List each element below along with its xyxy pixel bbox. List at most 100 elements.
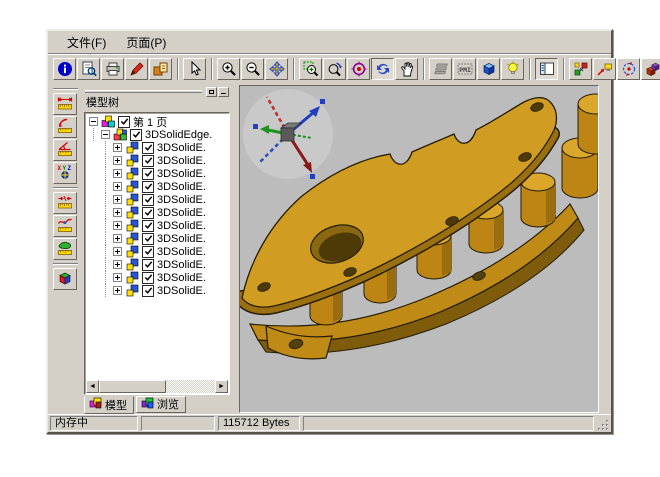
expand-expander-icon[interactable]: [113, 169, 122, 178]
scrollbar-track[interactable]: [99, 380, 215, 393]
visibility-checkbox[interactable]: [142, 233, 154, 245]
measure-horizontal-button[interactable]: [53, 93, 77, 115]
measure-volume-button[interactable]: [53, 268, 77, 290]
tree-row-part[interactable]: 3DSolidE.: [86, 258, 228, 271]
preview-document-button[interactable]: [77, 58, 100, 80]
expand-expander-icon[interactable]: [113, 143, 122, 152]
assembly-button[interactable]: [569, 58, 592, 80]
tree-row-part[interactable]: 3DSolidE.: [86, 206, 228, 219]
visibility-checkbox[interactable]: [118, 116, 130, 128]
measure-area-button[interactable]: [53, 238, 77, 260]
annotate-pen-button[interactable]: [125, 58, 148, 80]
tree-row-part[interactable]: 3DSolidE.: [86, 219, 228, 232]
measure-radius-button[interactable]: [53, 116, 77, 138]
expand-expander-icon[interactable]: [113, 195, 122, 204]
tree-row-part[interactable]: 3DSolidE.: [86, 141, 228, 154]
panel-float-button[interactable]: [206, 87, 217, 97]
browse-tab-icon: [141, 397, 154, 412]
tree-row-part[interactable]: 3DSolidE.: [86, 232, 228, 245]
expand-expander-icon[interactable]: [113, 221, 122, 230]
expand-expander-icon[interactable]: [113, 286, 122, 295]
scroll-left-button[interactable]: ◄: [86, 380, 99, 393]
visibility-checkbox[interactable]: [142, 142, 154, 154]
measure-angle-button[interactable]: [53, 139, 77, 161]
visibility-checkbox[interactable]: [142, 220, 154, 232]
resize-grip[interactable]: [597, 419, 609, 431]
panel-grip[interactable]: [85, 90, 202, 93]
refresh-rotate-button[interactable]: [371, 58, 394, 80]
rotate-part-button[interactable]: [617, 58, 640, 80]
visibility-checkbox[interactable]: [142, 246, 154, 258]
measure-coordinate-button[interactable]: XYZ: [53, 162, 77, 184]
pan-move-button[interactable]: [265, 58, 288, 80]
tree-row-label: 3DSolidE.: [157, 220, 206, 232]
tab-browse[interactable]: 浏览: [136, 396, 186, 413]
print-button[interactable]: [101, 58, 124, 80]
panel-dock-header[interactable]: [83, 85, 231, 97]
tree-row-part[interactable]: 3DSolidE.: [86, 245, 228, 258]
zoom-window-button[interactable]: [299, 58, 322, 80]
visibility-checkbox[interactable]: [142, 194, 154, 206]
panel-splitter[interactable]: [231, 85, 239, 414]
expand-expander-icon[interactable]: [113, 208, 122, 217]
measure-distance-button[interactable]: [53, 192, 77, 214]
visibility-checkbox[interactable]: [130, 129, 142, 141]
expand-expander-icon[interactable]: [113, 247, 122, 256]
tab-model[interactable]: 模型: [84, 396, 134, 414]
toolbar-separator: [53, 187, 78, 189]
svg-text:X: X: [58, 165, 62, 172]
tree-row-part[interactable]: 3DSolidE.: [86, 154, 228, 167]
pan-hand-button[interactable]: [395, 58, 418, 80]
expand-expander-icon[interactable]: [113, 156, 122, 165]
viewport-3d[interactable]: [239, 85, 599, 413]
tree-row-part[interactable]: 3DSolidE.: [86, 167, 228, 180]
part-icon: [125, 284, 139, 297]
visibility-checkbox[interactable]: [142, 207, 154, 219]
tree-row-page[interactable]: 第 1 页: [86, 115, 228, 128]
visibility-checkbox[interactable]: [142, 285, 154, 297]
zoom-out-button[interactable]: [241, 58, 264, 80]
about-button[interactable]: [53, 58, 76, 80]
tree-row-part[interactable]: 3DSolidE.: [86, 193, 228, 206]
pan-move-icon: [269, 61, 285, 77]
horizontal-scrollbar[interactable]: ◄ ►: [86, 380, 228, 393]
collapse-expander-icon[interactable]: [89, 117, 98, 126]
measure-angle-icon: [57, 141, 73, 160]
explode-button[interactable]: [641, 58, 660, 80]
render-cube-button[interactable]: [477, 58, 500, 80]
menu-page[interactable]: 页面(P): [117, 32, 175, 53]
center-target-button[interactable]: [347, 58, 370, 80]
visibility-checkbox[interactable]: [142, 259, 154, 271]
move-part-button[interactable]: [593, 58, 616, 80]
part-icon: [125, 206, 139, 219]
visibility-checkbox[interactable]: [142, 181, 154, 193]
expand-expander-icon[interactable]: [113, 234, 122, 243]
light-button[interactable]: [501, 58, 524, 80]
tree-row-part[interactable]: 3DSolidE.: [86, 180, 228, 193]
menu-file[interactable]: 文件(F): [58, 32, 115, 53]
visibility-checkbox[interactable]: [142, 155, 154, 167]
tree-row-part[interactable]: 3DSolidE.: [86, 271, 228, 284]
tree-row-label: 3DSolidE.: [157, 181, 206, 193]
measure-curve-button[interactable]: [53, 215, 77, 237]
export-document-button[interactable]: [149, 58, 172, 80]
tree-row-part[interactable]: 3DSolidE.: [86, 284, 228, 297]
scrollbar-thumb[interactable]: [99, 380, 166, 393]
visibility-checkbox[interactable]: [142, 168, 154, 180]
select-cursor-button[interactable]: [183, 58, 206, 80]
collapse-expander-icon[interactable]: [101, 130, 110, 139]
tree-row-assembly[interactable]: 3DSolidEdge.: [86, 128, 228, 141]
layers-button[interactable]: [429, 58, 452, 80]
pmi-button[interactable]: PMI: [453, 58, 476, 80]
expand-expander-icon[interactable]: [113, 273, 122, 282]
panel-toggle-button[interactable]: [535, 58, 558, 80]
panel-hide-button[interactable]: [218, 87, 229, 97]
orientation-trackball[interactable]: [240, 86, 336, 182]
scroll-right-button[interactable]: ►: [215, 380, 228, 393]
expand-expander-icon[interactable]: [113, 260, 122, 269]
part-icon: [125, 258, 139, 271]
rotate-view-button[interactable]: [323, 58, 346, 80]
expand-expander-icon[interactable]: [113, 182, 122, 191]
zoom-in-button[interactable]: [217, 58, 240, 80]
visibility-checkbox[interactable]: [142, 272, 154, 284]
